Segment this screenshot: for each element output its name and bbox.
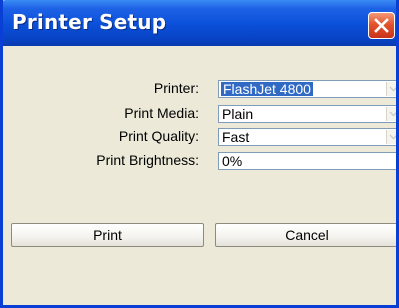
cancel-button[interactable]: Cancel — [215, 223, 396, 247]
printer-setup-dialog: Printer Setup Printer: FlashJet 4800 Pri… — [0, 0, 399, 308]
chevron-down-icon — [389, 86, 396, 92]
print-quality-value: Fast — [222, 129, 250, 145]
close-button[interactable] — [368, 12, 395, 39]
print-quality-label: Print Quality: — [118, 128, 199, 144]
print-quality-select[interactable]: Fast — [218, 128, 396, 146]
title-bar[interactable]: Printer Setup — [3, 0, 396, 46]
printer-label: Printer: — [153, 80, 199, 96]
window-title: Printer Setup — [12, 10, 167, 34]
printer-value: FlashJet 4800 — [221, 81, 313, 97]
chevron-down-icon — [389, 111, 396, 117]
close-icon — [374, 18, 389, 33]
print-media-label: Print Media: — [124, 105, 199, 121]
printer-dropdown-button[interactable] — [386, 82, 396, 96]
chevron-down-icon — [389, 134, 396, 140]
print-button[interactable]: Print — [11, 223, 204, 247]
print-brightness-value: 0% — [222, 153, 243, 169]
printer-select[interactable]: FlashJet 4800 — [218, 80, 396, 98]
print-quality-dropdown-button[interactable] — [386, 130, 396, 144]
print-media-dropdown-button[interactable] — [386, 107, 396, 121]
print-media-value: Plain — [222, 106, 254, 122]
print-brightness-label: Print Brightness: — [96, 152, 199, 168]
print-brightness-input[interactable]: 0% — [218, 152, 396, 170]
print-media-select[interactable]: Plain — [218, 105, 396, 123]
